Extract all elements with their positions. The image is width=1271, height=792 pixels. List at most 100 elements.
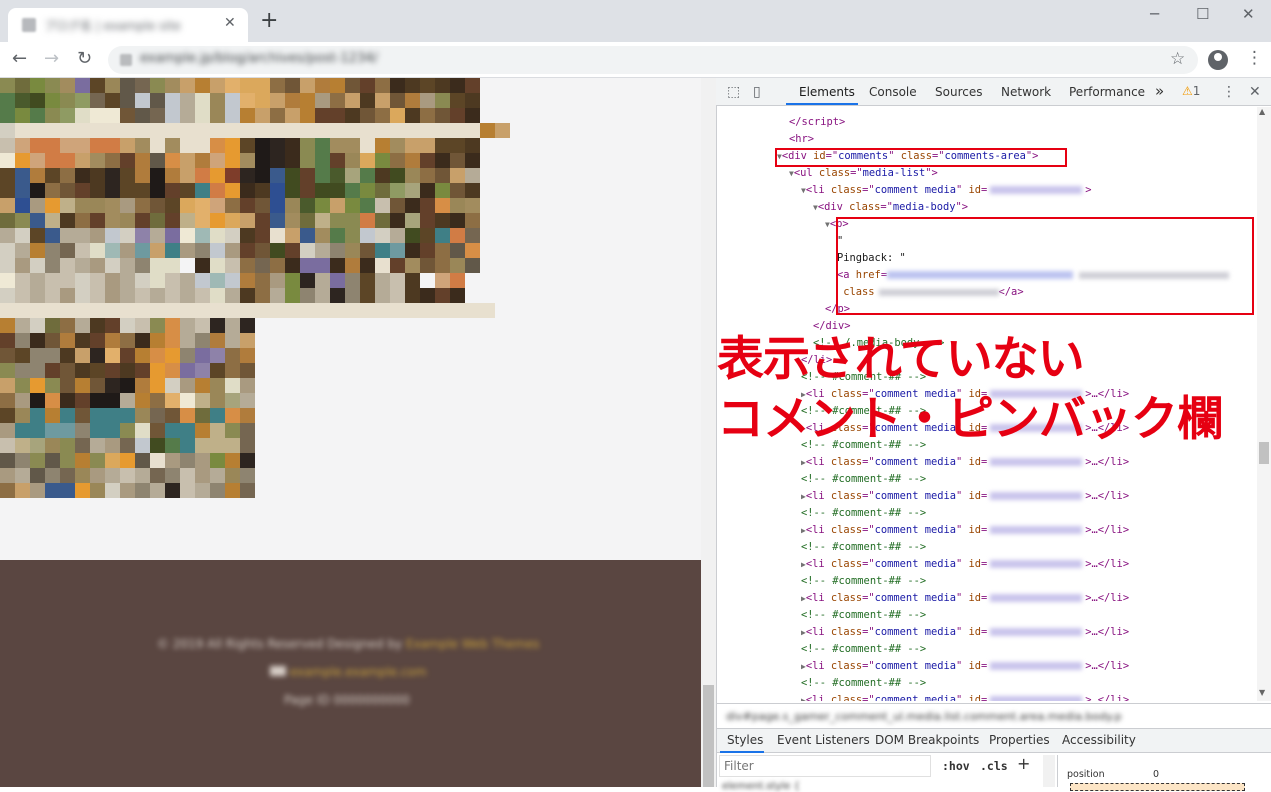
dom-node-line[interactable]: <!-- #comment-## --> [801, 505, 926, 522]
dom-node-line[interactable]: ▶<li class="comment media" id= >…</li> [801, 454, 1129, 471]
mosaic-pixel [150, 378, 165, 393]
mosaic-pixel [450, 258, 465, 273]
mosaic-pixel [45, 453, 60, 468]
arrow-right-icon[interactable]: → [44, 48, 59, 70]
mosaic-pixel [315, 288, 330, 303]
more-tabs-icon[interactable]: » [1155, 82, 1164, 100]
mosaic-pixel [435, 243, 450, 258]
mosaic-pixel [165, 153, 180, 168]
dom-node-line[interactable]: ▶<li class="comment media" id= >…</li> [801, 522, 1129, 539]
mosaic-pixel [225, 153, 240, 168]
mosaic-pixel [195, 348, 210, 363]
devtools-close-icon[interactable]: ✕ [1249, 84, 1261, 100]
tab-styles[interactable]: Styles [727, 733, 763, 747]
dom-scrollbar[interactable] [1257, 107, 1271, 701]
mosaic-pixel [0, 318, 15, 333]
mosaic-pixel [75, 273, 90, 288]
mosaic-pixel [135, 243, 150, 258]
mosaic-pixel [0, 273, 15, 288]
footer-site-link[interactable]: example.example.com [290, 665, 427, 679]
warning-counter[interactable]: ⚠1 [1182, 84, 1200, 98]
mosaic-pixel [135, 483, 150, 498]
mosaic-pixel [240, 78, 255, 93]
arrow-left-icon[interactable]: ← [12, 48, 27, 70]
dom-node-line[interactable]: <!-- #comment-## --> [801, 641, 926, 658]
plus-icon[interactable]: + [260, 10, 278, 32]
maximize-icon[interactable]: ☐ [1196, 5, 1209, 23]
dom-node-line[interactable]: <!-- #comment-## --> [801, 573, 926, 590]
browser-tab[interactable]: ブログ名 | example site ✕ [8, 8, 248, 42]
mosaic-pixel [60, 348, 75, 363]
reload-icon[interactable]: ↻ [77, 48, 92, 70]
device-toolbar-icon[interactable]: ▯ [753, 84, 761, 100]
mosaic-pixel [450, 183, 465, 198]
devtools-menu-icon[interactable]: ⋮ [1222, 84, 1236, 100]
scroll-down-icon[interactable]: ▼ [1259, 688, 1265, 697]
dom-node-line[interactable]: ▶<li class="comment media" id= >…</li> [801, 590, 1129, 607]
mosaic-pixel [105, 363, 120, 378]
mosaic-pixel [420, 213, 435, 228]
dom-node-line[interactable]: <!-- #comment-## --> [801, 675, 926, 692]
footer-theme-link[interactable]: Example Web Themes [406, 637, 540, 651]
dom-node-line[interactable]: ▼<div class="media-body"> [813, 199, 968, 216]
mosaic-pixel [330, 93, 345, 108]
dom-node-line[interactable]: <!-- #comment-## --> [801, 471, 926, 488]
styles-filter-input[interactable] [724, 759, 924, 773]
mosaic-pixel [240, 108, 255, 123]
tab-event-listeners[interactable]: Event Listeners [777, 733, 870, 747]
dom-node-line[interactable]: ▶<li class="comment media" id= >…</li> [801, 658, 1129, 675]
profile-icon[interactable] [1208, 50, 1228, 70]
dom-node-line[interactable]: <hr> [789, 131, 814, 148]
mosaic-pixel [45, 423, 60, 438]
mosaic-pixel [15, 393, 30, 408]
star-icon[interactable]: ☆ [1170, 49, 1185, 69]
close-tab-icon[interactable]: ✕ [224, 15, 236, 31]
url-text[interactable]: example.jp/blog/archives/post-1234/ [140, 51, 378, 66]
tab-performance[interactable]: Performance [1069, 85, 1145, 99]
dom-node-line[interactable]: ▶<li class="comment media" id= >…</li> [801, 692, 1129, 701]
cls-toggle[interactable]: .cls [980, 759, 1008, 773]
mosaic-pixel [135, 303, 150, 318]
kebab-menu-icon[interactable]: ⋮ [1246, 48, 1263, 68]
mosaic-pixel [30, 408, 45, 423]
tab-console[interactable]: Console [869, 85, 917, 99]
tab-accessibility[interactable]: Accessibility [1062, 733, 1136, 747]
inspect-element-icon[interactable]: ⬚ [727, 84, 740, 100]
mosaic-pixel [390, 243, 405, 258]
mosaic-pixel [270, 228, 285, 243]
window-close-icon[interactable]: ✕ [1242, 5, 1255, 23]
scroll-up-icon[interactable]: ▲ [1259, 107, 1265, 116]
minimize-icon[interactable]: ─ [1150, 5, 1159, 23]
tab-sources[interactable]: Sources [935, 85, 982, 99]
dom-node-line[interactable]: ▶<li class="comment media" id= >…</li> [801, 556, 1129, 573]
hov-toggle[interactable]: :hov [942, 759, 970, 773]
mosaic-pixel [360, 273, 375, 288]
mosaic-pixel [165, 198, 180, 213]
mosaic-pixel [300, 288, 315, 303]
mosaic-pixel [360, 258, 375, 273]
tab-properties[interactable]: Properties [989, 733, 1050, 747]
dom-node-line[interactable]: ▶<li class="comment media" id= >…</li> [801, 624, 1129, 641]
mosaic-pixel [105, 378, 120, 393]
page-scrollbar-thumb[interactable] [703, 685, 714, 787]
add-rule-button[interactable]: + [1017, 754, 1030, 773]
dom-node-line[interactable]: <!-- #comment-## --> [801, 607, 926, 624]
dom-node-line[interactable]: ▼<ul class="media-list"> [789, 165, 938, 182]
styles-scrollbar[interactable] [1043, 755, 1055, 787]
breadcrumb-path[interactable]: div#page.s_gamer_comment_ul.media.list.c… [726, 710, 1122, 723]
dom-node-line[interactable]: </script> [789, 114, 845, 131]
dom-node-line[interactable]: ▼<li class="comment media" id= > [801, 182, 1092, 199]
tab-network[interactable]: Network [1001, 85, 1051, 99]
dom-node-line[interactable]: ▶<li class="comment media" id= >…</li> [801, 488, 1129, 505]
dom-node-line[interactable]: <!-- #comment-## --> [801, 539, 926, 556]
tab-elements[interactable]: Elements [799, 85, 855, 99]
mosaic-pixel [90, 303, 105, 318]
box-model-value: 0 [1153, 769, 1160, 780]
mosaic-pixel [75, 348, 90, 363]
mosaic-pixel [180, 168, 195, 183]
dom-scrollbar-thumb[interactable] [1259, 442, 1269, 464]
tab-dom-breakpoints[interactable]: DOM Breakpoints [875, 733, 979, 747]
page-scrollbar[interactable] [701, 78, 716, 787]
mosaic-pixel [300, 258, 315, 273]
mosaic-pixel [120, 453, 135, 468]
